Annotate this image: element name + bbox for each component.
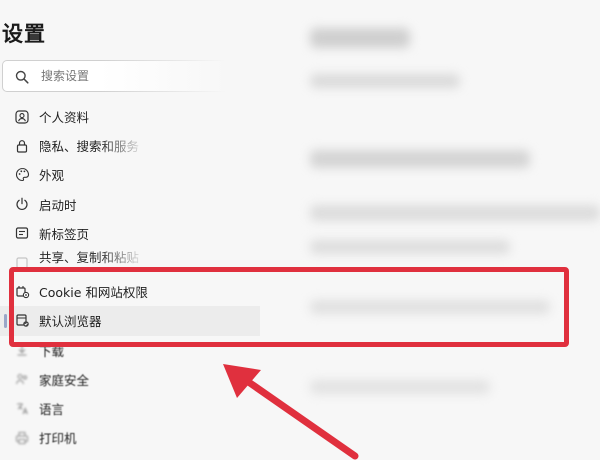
sidebar-item-downloads[interactable]: 下载 (0, 336, 260, 365)
printer-icon (14, 430, 30, 446)
sidebar-item-label: 新标签页 (39, 226, 90, 242)
sidebar-item-profile[interactable]: 个人资料 (0, 102, 260, 131)
sidebar-item-startup[interactable]: 启动时 (0, 190, 260, 219)
blurred-settings-content (300, 0, 600, 460)
blurred-heading (310, 28, 410, 48)
appearance-icon (14, 167, 30, 183)
power-icon (14, 196, 30, 212)
sidebar-item-label: 个人资料 (39, 110, 90, 126)
sidebar-item-printers[interactable]: 打印机 (0, 423, 260, 452)
page-title: 设置 (2, 22, 46, 46)
family-icon (14, 371, 30, 387)
search-box[interactable] (2, 60, 240, 92)
sidebar-item-label: 默认浏览器 (39, 314, 102, 330)
blurred-row (310, 205, 600, 221)
blurred-row (310, 300, 550, 314)
lock-icon (14, 138, 30, 154)
blurred-row (310, 150, 530, 168)
sidebar-item-cookies-permissions[interactable]: Cookie 和网站权限 (0, 277, 260, 306)
sidebar-item-share-copy-paste[interactable]: 共享、复制和粘贴 (0, 248, 260, 277)
sidebar-item-default-browser[interactable]: 默认浏览器 (0, 306, 260, 336)
sidebar-item-label: 打印机 (39, 431, 77, 447)
sidebar-item-label: Cookie 和网站权限 (39, 285, 148, 301)
settings-sidebar: 设置 个人资料 隐私、搜索和服务 外观 (0, 0, 300, 460)
download-icon (14, 342, 30, 358)
sidebar-item-label: 家庭安全 (39, 372, 90, 388)
blurred-row (310, 380, 490, 394)
search-input[interactable] (41, 67, 161, 85)
sidebar-item-languages[interactable]: 语言 (0, 394, 260, 423)
sidebar-item-privacy[interactable]: 隐私、搜索和服务 (0, 131, 260, 160)
sidebar-item-label: 隐私、搜索和服务 (39, 139, 140, 155)
blurred-row (310, 240, 510, 254)
sidebar-item-label: 外观 (39, 168, 65, 184)
settings-nav: 个人资料 隐私、搜索和服务 外观 启动时 新标签页 共享、复制和粘贴 Cooki… (0, 102, 260, 452)
sidebar-item-appearance[interactable]: 外观 (0, 160, 260, 189)
sidebar-item-label: 共享、复制和粘贴 (39, 250, 140, 266)
blurred-row (310, 74, 460, 88)
default-browser-icon (14, 313, 30, 329)
new-tab-icon (14, 225, 30, 241)
cookie-permissions-icon (14, 284, 30, 300)
sidebar-item-new-tab[interactable]: 新标签页 (0, 219, 260, 248)
sidebar-item-label: 启动时 (39, 197, 77, 213)
sidebar-item-label: 下载 (39, 343, 65, 359)
sidebar-item-family-safety[interactable]: 家庭安全 (0, 365, 260, 394)
language-icon (14, 400, 30, 416)
share-icon (14, 255, 30, 271)
search-icon (15, 69, 29, 88)
profile-icon (14, 109, 30, 125)
sidebar-item-label: 语言 (39, 401, 65, 417)
